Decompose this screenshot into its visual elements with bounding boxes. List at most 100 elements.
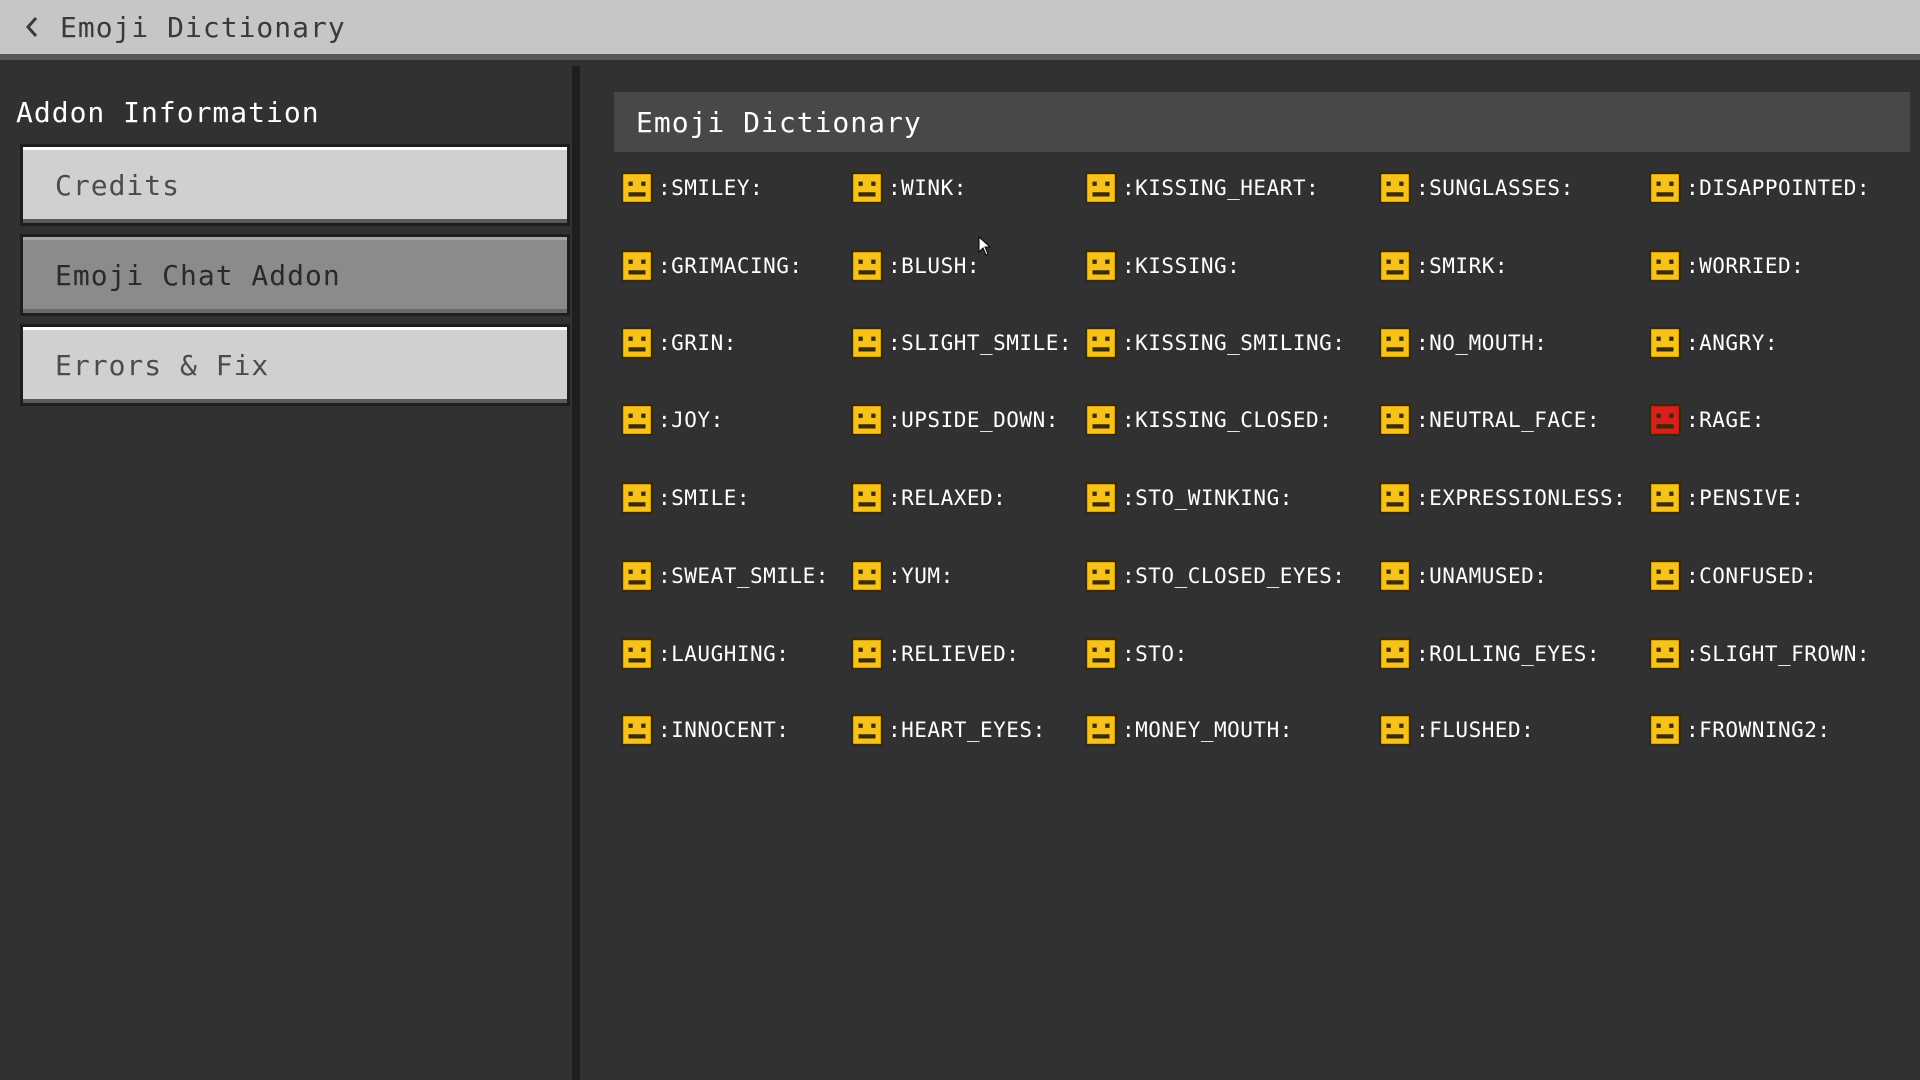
sidebar-heading: Addon Information xyxy=(16,96,320,129)
smiley-emoji-icon xyxy=(621,172,653,204)
unamused-emoji-icon xyxy=(1379,560,1411,592)
relaxed-emoji-icon xyxy=(851,482,883,514)
emoji-entry: :STO: xyxy=(1084,634,1188,674)
emoji-entry: :HEART_EYES: xyxy=(850,710,1046,750)
worried-emoji-icon xyxy=(1649,250,1681,282)
angry-emoji-icon xyxy=(1649,327,1681,359)
mouse-cursor-icon xyxy=(978,236,992,256)
emoji-label: :FLUSHED: xyxy=(1416,718,1535,742)
emoji-label: :STO_CLOSED_EYES: xyxy=(1122,564,1346,588)
emoji-label: :DISAPPOINTED: xyxy=(1686,176,1871,200)
blush-emoji-icon xyxy=(851,250,883,282)
emoji-label: :RELIEVED: xyxy=(888,642,1020,666)
rolling-eyes-emoji-icon xyxy=(1379,638,1411,670)
emoji-entry: :SLIGHT_SMILE: xyxy=(850,323,1072,363)
emoji-label: :FROWNING2: xyxy=(1686,718,1831,742)
emoji-label: :KISSING_SMILING: xyxy=(1122,331,1346,355)
slight-smile-emoji-icon xyxy=(851,327,883,359)
emoji-label: :INNOCENT: xyxy=(658,718,790,742)
emoji-entry: :DISAPPOINTED: xyxy=(1648,168,1870,208)
rage-emoji-icon xyxy=(1649,404,1681,436)
emoji-label: :SLIGHT_SMILE: xyxy=(888,331,1073,355)
upside-down-emoji-icon xyxy=(851,404,883,436)
emoji-entry: :SMILE: xyxy=(620,478,750,518)
emoji-entry: :SLIGHT_FROWN: xyxy=(1648,634,1870,674)
emoji-entry: :PENSIVE: xyxy=(1648,478,1804,518)
emoji-entry: :NEUTRAL_FACE: xyxy=(1378,400,1600,440)
emoji-label: :JOY: xyxy=(658,408,724,432)
title-bar: Emoji Dictionary xyxy=(0,0,1920,60)
emoji-label: :GRIMACING: xyxy=(658,254,803,278)
emoji-entry: :ANGRY: xyxy=(1648,323,1778,363)
emoji-entry: :INNOCENT: xyxy=(620,710,789,750)
smile-emoji-icon xyxy=(621,482,653,514)
grin-emoji-icon xyxy=(621,327,653,359)
emoji-label: :KISSING: xyxy=(1122,254,1241,278)
wink-emoji-icon xyxy=(851,172,883,204)
emoji-label: :SMILE: xyxy=(658,486,751,510)
emoji-label: :CONFUSED: xyxy=(1686,564,1818,588)
sidebar-item-label: Credits xyxy=(55,168,181,202)
emoji-entry: :RELAXED: xyxy=(850,478,1006,518)
emoji-label: :HEART_EYES: xyxy=(888,718,1046,742)
emoji-entry: :KISSING_SMILING: xyxy=(1084,323,1345,363)
kissing-closed-emoji-icon xyxy=(1085,404,1117,436)
emoji-entry: :KISSING_HEART: xyxy=(1084,168,1319,208)
emoji-entry: :STO_CLOSED_EYES: xyxy=(1084,556,1345,596)
relieved-emoji-icon xyxy=(851,638,883,670)
sto-closed-eyes-emoji-icon xyxy=(1085,560,1117,592)
emoji-entry: :EXPRESSIONLESS: xyxy=(1378,478,1626,518)
emoji-entry: :SMILEY: xyxy=(620,168,763,208)
emoji-label: :SMIRK: xyxy=(1416,254,1509,278)
emoji-label: :UPSIDE_DOWN: xyxy=(888,408,1059,432)
emoji-label: :GRIN: xyxy=(658,331,737,355)
back-arrow-icon[interactable] xyxy=(18,13,46,41)
emoji-entry: :KISSING: xyxy=(1084,246,1240,286)
emoji-entry: :WORRIED: xyxy=(1648,246,1804,286)
slight-frown-emoji-icon xyxy=(1649,638,1681,670)
emoji-entry: :RELIEVED: xyxy=(850,634,1019,674)
emoji-label: :UNAMUSED: xyxy=(1416,564,1548,588)
innocent-emoji-icon xyxy=(621,714,653,746)
emoji-label: :ROLLING_EYES: xyxy=(1416,642,1601,666)
emoji-label: :EXPRESSIONLESS: xyxy=(1416,486,1627,510)
emoji-label: :PENSIVE: xyxy=(1686,486,1805,510)
emoji-entry: :SUNGLASSES: xyxy=(1378,168,1574,208)
emoji-label: :RELAXED: xyxy=(888,486,1007,510)
emoji-entry: :YUM: xyxy=(850,556,954,596)
emoji-label: :ANGRY: xyxy=(1686,331,1779,355)
sidebar-item-credits[interactable]: Credits xyxy=(20,144,570,226)
sunglasses-emoji-icon xyxy=(1379,172,1411,204)
emoji-entry: :CONFUSED: xyxy=(1648,556,1817,596)
sidebar-item-emoji-chat-addon[interactable]: Emoji Chat Addon xyxy=(20,234,570,316)
sto-winking-emoji-icon xyxy=(1085,482,1117,514)
emoji-entry: :SMIRK: xyxy=(1378,246,1508,286)
emoji-label: :WORRIED: xyxy=(1686,254,1805,278)
grimacing-emoji-icon xyxy=(621,250,653,282)
emoji-entry: :GRIMACING: xyxy=(620,246,803,286)
heart-eyes-emoji-icon xyxy=(851,714,883,746)
dictionary-heading: Emoji Dictionary xyxy=(614,92,1910,152)
yum-emoji-icon xyxy=(851,560,883,592)
sidebar-item-label: Emoji Chat Addon xyxy=(55,258,341,292)
sidebar: Addon Information Credits Emoji Chat Add… xyxy=(0,66,580,1080)
emoji-entry: :RAGE: xyxy=(1648,400,1765,440)
emoji-label: :LAUGHING: xyxy=(658,642,790,666)
emoji-label: :MONEY_MOUTH: xyxy=(1122,718,1293,742)
sidebar-item-errors-fix[interactable]: Errors & Fix xyxy=(20,324,570,406)
sweat-smile-emoji-icon xyxy=(621,560,653,592)
emoji-label: :KISSING_CLOSED: xyxy=(1122,408,1333,432)
emoji-entry: :LAUGHING: xyxy=(620,634,789,674)
emoji-label: :RAGE: xyxy=(1686,408,1765,432)
sto-emoji-icon xyxy=(1085,638,1117,670)
emoji-label: :YUM: xyxy=(888,564,954,588)
emoji-label: :STO_WINKING: xyxy=(1122,486,1293,510)
emoji-entry: :FLUSHED: xyxy=(1378,710,1534,750)
emoji-label: :BLUSH: xyxy=(888,254,981,278)
sidebar-item-label: Errors & Fix xyxy=(55,348,270,382)
emoji-entry: :WINK: xyxy=(850,168,967,208)
kissing-heart-emoji-icon xyxy=(1085,172,1117,204)
emoji-label: :SMILEY: xyxy=(658,176,764,200)
emoji-entry: :MONEY_MOUTH: xyxy=(1084,710,1293,750)
pensive-emoji-icon xyxy=(1649,482,1681,514)
